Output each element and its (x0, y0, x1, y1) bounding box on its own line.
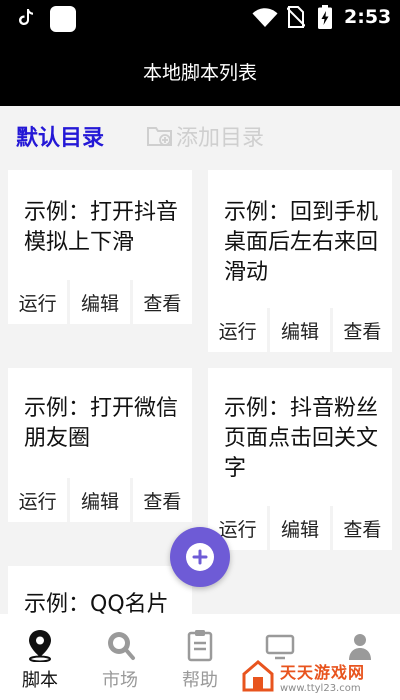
clipboard-icon (187, 630, 213, 662)
edit-button[interactable]: 编辑 (270, 308, 330, 352)
page-title: 本地脚本列表 (142, 61, 257, 84)
watermark-logo-icon (242, 660, 274, 692)
wifi-icon (252, 8, 278, 27)
status-bar: 2:53 (0, 0, 400, 36)
script-title: 示例：回到手机桌面后左右来回滑动 (224, 200, 379, 285)
location-pin-icon (29, 630, 51, 662)
edit-button[interactable]: 编辑 (70, 280, 130, 324)
clock: 2:53 (344, 6, 392, 28)
default-directory-tab[interactable]: 默认目录 (16, 120, 104, 152)
watermark-name: 天天游戏网 (280, 662, 366, 682)
watermark: 天天游戏网 www.ttyl23.com (240, 656, 398, 696)
script-card[interactable]: 示例：打开微信朋友圈 运行 编辑 查看 (8, 368, 192, 522)
watermark-url: www.ttyl23.com (280, 682, 361, 694)
script-actions: 运行 编辑 查看 (8, 280, 192, 324)
folder-add-icon (147, 127, 172, 146)
view-button[interactable]: 查看 (332, 506, 392, 550)
view-button[interactable]: 查看 (132, 478, 192, 522)
script-title: 示例：打开微信朋友圈 (24, 396, 179, 451)
add-script-button[interactable] (170, 527, 230, 587)
script-title: 示例：抖音粉丝页面点击回关文字 (224, 396, 379, 481)
nav-item-scripts[interactable]: 脚本 (0, 614, 80, 700)
app-bar: 本地脚本列表 (0, 36, 400, 106)
edit-button[interactable]: 编辑 (70, 478, 130, 522)
edit-button[interactable]: 编辑 (270, 506, 330, 550)
nav-item-help[interactable]: 帮助 (160, 614, 240, 700)
nav-label: 市场 (102, 670, 138, 691)
script-card[interactable]: 示例：打开抖音模拟上下滑 运行 编辑 查看 (8, 170, 192, 324)
script-actions: 运行 编辑 查看 (208, 506, 392, 550)
script-card[interactable]: 示例：抖音粉丝页面点击回关文字 运行 编辑 查看 (208, 368, 392, 550)
nav-item-market[interactable]: 市场 (80, 614, 160, 700)
battery-charging-icon (318, 5, 332, 29)
add-directory-label: 添加目录 (176, 126, 265, 151)
script-title: 示例：QQ名片 (24, 592, 169, 614)
script-title: 示例：打开抖音模拟上下滑 (24, 200, 179, 255)
view-button[interactable]: 查看 (132, 280, 192, 324)
no-sim-icon (287, 6, 305, 28)
view-button[interactable]: 查看 (332, 308, 392, 352)
add-directory-button[interactable]: 添加目录 (146, 120, 264, 152)
script-card[interactable]: 示例：QQ名片 (8, 566, 192, 614)
script-card[interactable]: 示例：回到手机桌面后左右来回滑动 运行 编辑 查看 (208, 170, 392, 352)
search-icon (108, 632, 135, 660)
run-button[interactable]: 运行 (8, 280, 68, 324)
nav-label: 脚本 (22, 670, 58, 691)
run-button[interactable]: 运行 (208, 308, 268, 352)
tiktok-icon (19, 9, 33, 25)
plus-icon (192, 549, 208, 565)
script-actions: 运行 编辑 查看 (8, 478, 192, 522)
run-button[interactable]: 运行 (8, 478, 68, 522)
script-actions: 运行 编辑 查看 (208, 308, 392, 352)
nav-label: 帮助 (182, 670, 218, 691)
app-square-icon (50, 6, 76, 32)
directory-bar: 默认目录 添加目录 (0, 106, 400, 164)
